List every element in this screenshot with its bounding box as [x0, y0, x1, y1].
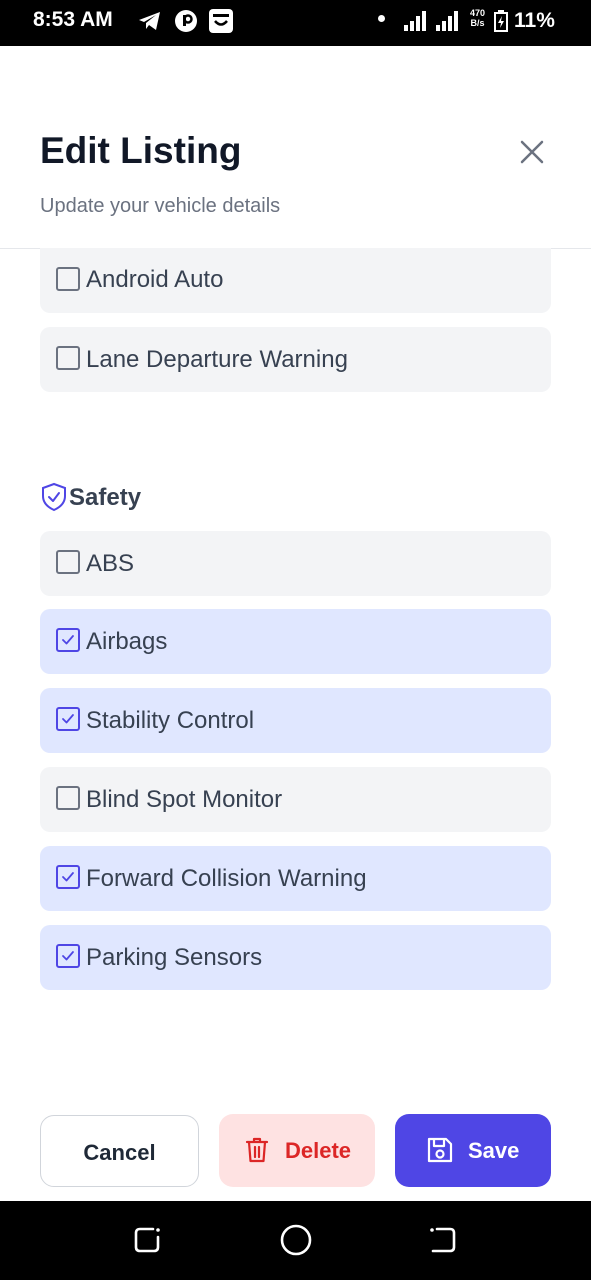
feature-option-blind-spot-monitor[interactable]: Blind Spot Monitor	[40, 767, 551, 832]
back-button[interactable]	[427, 1223, 459, 1262]
signal-icon	[404, 10, 464, 37]
feature-option-android-auto[interactable]: Android Auto	[40, 248, 551, 313]
battery-percent: 11%	[514, 9, 555, 32]
dialog-header: Edit Listing Update your vehicle details	[0, 46, 591, 249]
recent-apps-button[interactable]	[132, 1223, 164, 1262]
home-icon	[280, 1224, 312, 1256]
checkbox[interactable]	[56, 346, 80, 370]
home-button[interactable]	[279, 1223, 313, 1262]
section-title: Safety	[69, 484, 142, 511]
status-time: 8:53 AM	[33, 8, 113, 31]
feature-option-stability-control[interactable]: Stability Control	[40, 688, 551, 753]
save-button-label: Save	[468, 1138, 520, 1163]
checkbox[interactable]	[56, 550, 80, 574]
net-speed-value: 470	[470, 8, 486, 18]
feature-option-label: Blind Spot Monitor	[86, 786, 283, 813]
trash-icon	[245, 1136, 269, 1169]
page-subtitle: Update your vehicle details	[40, 195, 281, 217]
close-icon	[520, 140, 544, 164]
feature-option-label: Lane Departure Warning	[86, 346, 348, 373]
page-title: Edit Listing	[40, 130, 242, 171]
save-button[interactable]: Save	[395, 1114, 551, 1187]
net-speed-unit: B/s	[470, 18, 485, 28]
feature-option-label: Airbags	[86, 628, 168, 655]
recent-apps-icon	[134, 1227, 160, 1253]
check-icon	[62, 635, 74, 645]
cancel-button-label: Cancel	[83, 1140, 156, 1165]
feature-option-parking-sensors[interactable]: Parking Sensors	[40, 925, 551, 990]
check-icon	[62, 872, 74, 882]
feature-option-abs[interactable]: ABS	[40, 531, 551, 596]
checkbox-checked[interactable]	[56, 707, 80, 731]
feature-option-label: Parking Sensors	[86, 944, 263, 971]
feature-option-lane-departure-warning[interactable]: Lane Departure Warning	[40, 327, 551, 392]
checkbox-checked[interactable]	[56, 865, 80, 889]
shield-icon	[40, 482, 68, 517]
feature-option-label: Android Auto	[86, 266, 224, 293]
app-notification-icon	[173, 8, 199, 39]
notification-dot	[378, 15, 385, 22]
close-button[interactable]	[514, 134, 550, 170]
feature-option-label: ABS	[86, 550, 135, 577]
check-icon	[62, 951, 74, 961]
delete-button[interactable]: Delete	[219, 1114, 375, 1187]
check-icon	[62, 714, 74, 724]
checkbox[interactable]	[56, 786, 80, 810]
net-speed: 470 B/s	[470, 8, 485, 28]
checkbox[interactable]	[56, 267, 80, 291]
delete-button-label: Delete	[285, 1138, 352, 1163]
feature-option-label: Stability Control	[86, 707, 255, 734]
telegram-icon	[137, 9, 163, 38]
feature-option-forward-collision-warning[interactable]: Forward Collision Warning	[40, 846, 551, 911]
cancel-button[interactable]: Cancel	[40, 1115, 199, 1187]
save-icon	[426, 1136, 454, 1169]
battery-icon	[494, 10, 508, 37]
status-bar: 8:53 AM 470 B/s 11%	[0, 0, 591, 46]
back-icon	[430, 1227, 456, 1253]
checkbox-checked[interactable]	[56, 944, 80, 968]
checkbox-checked[interactable]	[56, 628, 80, 652]
system-nav-bar	[0, 1201, 591, 1280]
mail-app-icon	[208, 8, 234, 39]
feature-option-airbags[interactable]: Airbags	[40, 609, 551, 674]
feature-option-label: Forward Collision Warning	[86, 865, 367, 892]
